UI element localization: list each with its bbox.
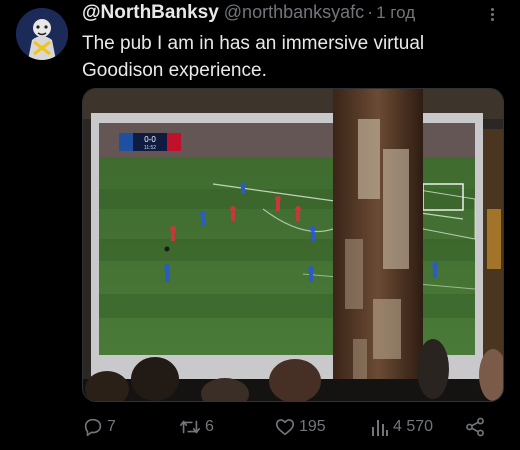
retweet-count: 6 [205, 418, 214, 435]
tweet-photo[interactable]: 0-0 11:52 [82, 88, 504, 402]
scoreboard-score: 0-0 [144, 135, 156, 144]
reply-count: 7 [107, 418, 116, 435]
like-button[interactable]: 195 [274, 416, 326, 438]
tweet[interactable]: @NorthBanksy @northbanksyafc · 1 год The… [0, 0, 520, 450]
display-name[interactable]: @NorthBanksy [82, 2, 219, 24]
share-button[interactable] [464, 416, 486, 438]
user-handle[interactable]: @northbanksyafc [224, 2, 364, 23]
views-count: 4 570 [393, 418, 434, 435]
views-icon [370, 416, 390, 438]
share-icon [464, 416, 486, 438]
tweet-text-line: The pub I am in has an immersive virtual [82, 33, 425, 54]
like-count: 195 [299, 418, 326, 435]
action-bar: 7 6 195 4 570 [82, 416, 502, 444]
more-icon[interactable] [484, 6, 500, 26]
separator-dot: · [367, 2, 374, 22]
retweet-icon [178, 416, 202, 438]
timestamp[interactable]: 1 год [376, 3, 415, 23]
heart-icon [274, 416, 296, 438]
avatar[interactable] [16, 8, 68, 60]
reply-icon [82, 416, 104, 438]
tweet-text-line: Goodison experience. [82, 60, 267, 81]
views-button[interactable]: 4 570 [370, 416, 433, 438]
tweet-header: @NorthBanksy @northbanksyafc · 1 год [82, 2, 415, 28]
scoreboard-clock: 11:52 [144, 145, 156, 151]
retweet-button[interactable]: 6 [178, 416, 214, 438]
tweet-text: The pub I am in has an immersive virtual… [82, 30, 502, 84]
reply-button[interactable]: 7 [82, 416, 116, 438]
